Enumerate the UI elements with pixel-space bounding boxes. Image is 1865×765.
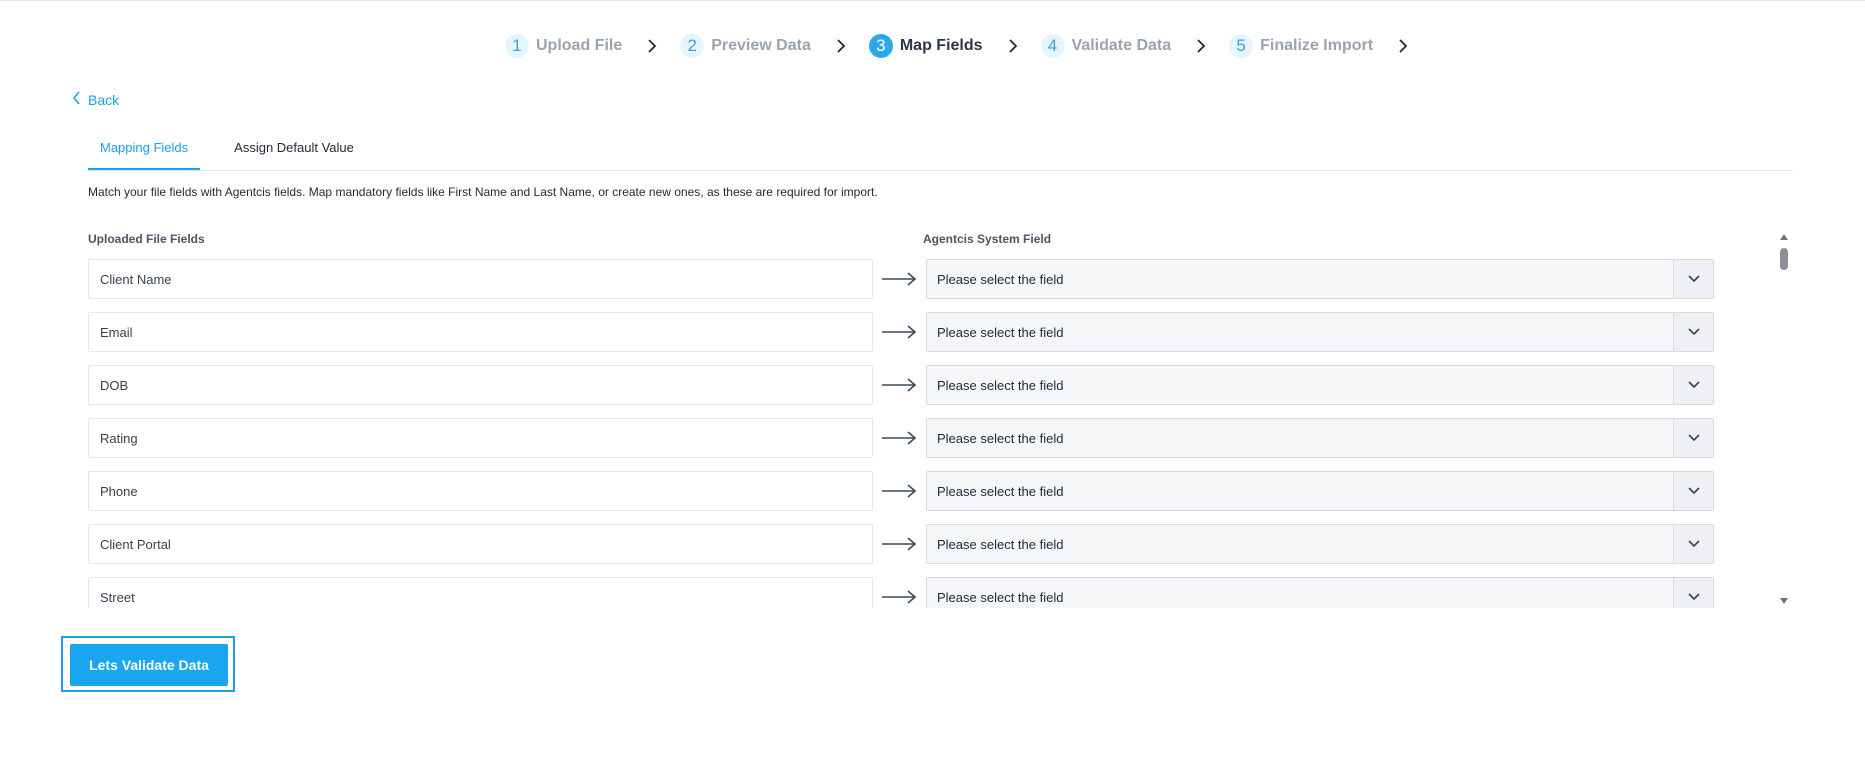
arrow-right-icon xyxy=(882,484,917,498)
scroll-up-icon[interactable] xyxy=(1779,233,1789,241)
chevron-down-icon xyxy=(1673,472,1713,510)
step-map-fields[interactable]: 3 Map Fields xyxy=(868,34,1041,58)
mapping-row: Phone Please select the field xyxy=(88,471,1714,511)
back-link[interactable]: Back xyxy=(72,91,119,108)
chevron-down-icon xyxy=(1673,313,1713,351)
step-number: 3 xyxy=(868,34,893,58)
uploaded-field: Rating xyxy=(88,418,873,458)
chevron-right-icon xyxy=(1007,39,1019,53)
step-label: Finalize Import xyxy=(1260,37,1374,54)
arrow-right-icon xyxy=(882,325,917,339)
scroll-thumb[interactable] xyxy=(1780,248,1788,270)
mapping-list: Client Name Please select the field Emai… xyxy=(88,259,1714,608)
mapping-row: DOB Please select the field xyxy=(88,365,1714,405)
system-field-select[interactable]: Please select the field xyxy=(926,312,1714,352)
chevron-down-icon xyxy=(1673,525,1713,563)
select-value: Please select the field xyxy=(937,377,1064,393)
uploaded-field: DOB xyxy=(88,365,873,405)
step-number: 1 xyxy=(505,34,529,58)
chevron-down-icon xyxy=(1673,260,1713,298)
system-field-select[interactable]: Please select the field xyxy=(926,471,1714,511)
uploaded-field: Phone xyxy=(88,471,873,511)
step-number: 4 xyxy=(1040,34,1065,58)
chevron-down-icon xyxy=(1673,419,1713,457)
step-label: Preview Data xyxy=(711,37,811,54)
chevron-right-icon xyxy=(1397,39,1409,53)
step-number: 5 xyxy=(1229,34,1254,58)
select-value: Please select the field xyxy=(937,483,1064,499)
chevron-right-icon xyxy=(646,39,658,53)
mapping-scrollbar[interactable] xyxy=(1777,233,1791,605)
system-field-select[interactable]: Please select the field xyxy=(926,524,1714,564)
arrow-right-icon xyxy=(882,537,917,551)
select-value: Please select the field xyxy=(937,271,1064,287)
select-value: Please select the field xyxy=(937,589,1064,605)
mapping-row: Street Please select the field xyxy=(88,577,1714,608)
system-field-select[interactable]: Please select the field xyxy=(926,418,1714,458)
arrow-right-icon xyxy=(882,272,917,286)
uploaded-field: Client Name xyxy=(88,259,873,299)
chevron-down-icon xyxy=(1673,366,1713,404)
system-field-select[interactable]: Please select the field xyxy=(926,365,1714,405)
uploaded-field: Street xyxy=(88,577,873,608)
arrow-right-icon xyxy=(882,378,917,392)
system-field-select[interactable]: Please select the field xyxy=(926,577,1714,608)
mapping-row: Client Portal Please select the field xyxy=(88,524,1714,564)
chevron-right-icon xyxy=(1195,39,1207,53)
step-label: Upload File xyxy=(536,37,623,54)
top-divider xyxy=(0,0,1865,1)
mapping-row: Rating Please select the field xyxy=(88,418,1714,458)
validate-data-button[interactable]: Lets Validate Data xyxy=(70,644,228,686)
chevron-left-icon xyxy=(72,91,88,108)
step-upload-file[interactable]: 1 Upload File xyxy=(505,34,680,58)
uploaded-fields-header: Uploaded File Fields xyxy=(88,232,205,246)
step-label: Map Fields xyxy=(899,37,983,54)
uploaded-field: Email xyxy=(88,312,873,352)
arrow-right-icon xyxy=(882,431,917,445)
scroll-down-icon[interactable] xyxy=(1779,597,1789,605)
step-label: Validate Data xyxy=(1071,37,1172,54)
back-label: Back xyxy=(88,91,120,108)
uploaded-field: Client Portal xyxy=(88,524,873,564)
system-field-header: Agentcis System Field xyxy=(923,232,1052,246)
chevron-right-icon xyxy=(835,39,847,53)
select-value: Please select the field xyxy=(937,430,1064,446)
step-validate-data[interactable]: 4 Validate Data xyxy=(1040,34,1230,58)
arrow-right-icon xyxy=(882,590,917,604)
select-value: Please select the field xyxy=(937,536,1064,552)
step-number: 2 xyxy=(680,34,705,58)
import-stepper: 1 Upload File 2 Preview Data 3 Map Field… xyxy=(505,34,1431,58)
step-finalize-import[interactable]: 5 Finalize Import xyxy=(1229,34,1431,58)
system-field-select[interactable]: Please select the field xyxy=(926,259,1714,299)
mapping-tabs: Mapping Fields Assign Default Value xyxy=(88,130,1793,171)
select-value: Please select the field xyxy=(937,324,1064,340)
mapping-row: Client Name Please select the field xyxy=(88,259,1714,299)
tab-mapping-fields[interactable]: Mapping Fields xyxy=(88,130,201,170)
step-preview-data[interactable]: 2 Preview Data xyxy=(680,34,869,58)
tab-assign-default-value[interactable]: Assign Default Value xyxy=(222,130,366,170)
chevron-down-icon xyxy=(1673,578,1713,608)
instruction-text: Match your file fields with Agentcis fie… xyxy=(88,185,878,199)
mapping-row: Email Please select the field xyxy=(88,312,1714,352)
